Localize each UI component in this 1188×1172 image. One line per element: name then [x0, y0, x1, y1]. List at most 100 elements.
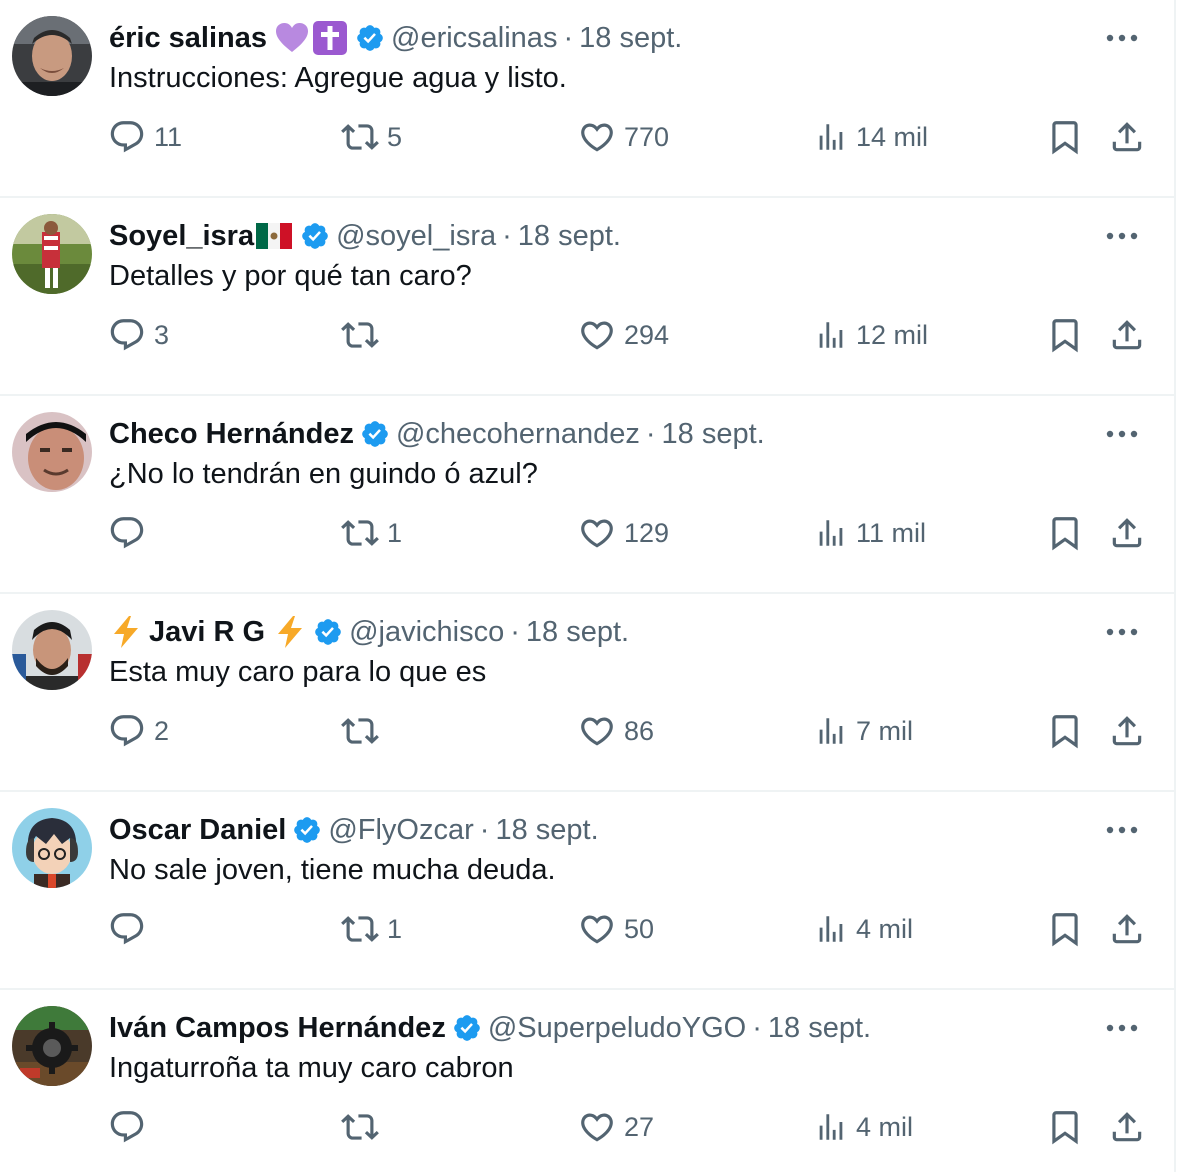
- more-options-icon[interactable]: [1106, 422, 1138, 446]
- user-handle[interactable]: @javichisco: [349, 616, 504, 649]
- user-handle[interactable]: @SuperpeludoYGO: [488, 1012, 746, 1045]
- reply-button[interactable]: [108, 902, 154, 956]
- tweet-actions: 27 4 mil: [0, 1100, 1174, 1154]
- retweet-icon: [341, 514, 379, 552]
- like-button[interactable]: 86: [578, 704, 654, 758]
- avatar[interactable]: [12, 1006, 92, 1086]
- tweet-date[interactable]: 18 sept.: [495, 814, 598, 847]
- share-button[interactable]: [1108, 704, 1146, 758]
- like-button[interactable]: 770: [578, 110, 669, 164]
- display-name[interactable]: Oscar Daniel: [109, 814, 286, 847]
- share-icon: [1108, 910, 1146, 948]
- retweet-button[interactable]: 1: [341, 506, 402, 560]
- like-count: 27: [624, 1111, 655, 1142]
- reply-button[interactable]: 3: [108, 308, 169, 362]
- display-name[interactable]: éric salinas: [109, 22, 267, 55]
- bookmark-button[interactable]: [1046, 506, 1084, 560]
- like-button[interactable]: 27: [578, 1100, 654, 1154]
- views-button[interactable]: 14 mil: [814, 110, 928, 164]
- bookmark-icon: [1046, 1108, 1084, 1146]
- share-button[interactable]: [1108, 1100, 1146, 1154]
- retweet-button[interactable]: 5: [341, 110, 402, 164]
- share-button[interactable]: [1108, 308, 1146, 362]
- reply-button[interactable]: [108, 1100, 154, 1154]
- display-name[interactable]: Checo Hernández: [109, 418, 354, 451]
- verified-badge-icon[interactable]: [452, 1013, 482, 1043]
- avatar[interactable]: [12, 214, 92, 294]
- display-name[interactable]: Soyel_isra: [109, 220, 254, 253]
- reply-button[interactable]: 2: [108, 704, 169, 758]
- more-options-icon[interactable]: [1106, 1016, 1138, 1040]
- verified-badge-icon[interactable]: [292, 815, 322, 845]
- tweet-header: Oscar Daniel @FlyOzcar · 18 sept.: [109, 810, 599, 850]
- bookmark-button[interactable]: [1046, 110, 1084, 164]
- more-options-icon[interactable]: [1106, 26, 1138, 50]
- avatar[interactable]: [12, 610, 92, 690]
- display-name[interactable]: Iván Campos Hernández: [109, 1012, 446, 1045]
- retweet-button[interactable]: [341, 308, 387, 362]
- views-button[interactable]: 12 mil: [814, 308, 928, 362]
- tweet[interactable]: Soyel_isra @soyel_isra · 18 sept. Detall…: [0, 198, 1174, 396]
- view-count: 12 mil: [856, 319, 929, 350]
- tweet[interactable]: Iván Campos Hernández @SuperpeludoYGO · …: [0, 990, 1174, 1172]
- avatar[interactable]: [12, 16, 92, 96]
- reply-count: 3: [154, 319, 170, 350]
- views-button[interactable]: 11 mil: [814, 506, 926, 560]
- tweet-date[interactable]: 18 sept.: [579, 22, 682, 55]
- tweet-date[interactable]: 18 sept.: [518, 220, 621, 253]
- retweet-button[interactable]: 1: [341, 902, 402, 956]
- display-name[interactable]: Javi R G: [149, 616, 265, 649]
- bookmark-button[interactable]: [1046, 704, 1084, 758]
- tweet-date[interactable]: 18 sept.: [662, 418, 765, 451]
- views-button[interactable]: 4 mil: [814, 1100, 913, 1154]
- bookmark-button[interactable]: [1046, 902, 1084, 956]
- bar-chart-icon: [814, 318, 848, 352]
- bookmark-button[interactable]: [1046, 308, 1084, 362]
- verified-badge-icon[interactable]: [360, 419, 390, 449]
- verified-badge-icon[interactable]: [313, 617, 343, 647]
- more-options-icon[interactable]: [1106, 818, 1138, 842]
- tweet[interactable]: éric salinas @ericsalinas · 18 sept. Ins…: [0, 0, 1174, 198]
- tweet-text: Detalles y por qué tan caro?: [109, 260, 472, 292]
- user-handle[interactable]: @ericsalinas: [391, 22, 557, 55]
- bookmark-button[interactable]: [1046, 1100, 1084, 1154]
- heart-icon: [578, 1108, 616, 1146]
- like-button[interactable]: 50: [578, 902, 654, 956]
- verified-badge-icon[interactable]: [355, 23, 385, 53]
- user-handle[interactable]: @soyel_isra: [336, 220, 496, 253]
- like-button[interactable]: 294: [578, 308, 669, 362]
- tweet-actions: 3 294 12 mil: [0, 308, 1174, 362]
- retweet-count: 1: [387, 913, 403, 944]
- views-button[interactable]: 4 mil: [814, 902, 913, 956]
- retweet-button[interactable]: [341, 704, 387, 758]
- tweet[interactable]: Javi R G @javichisco · 18 sept. Esta muy…: [0, 594, 1174, 792]
- more-options-icon[interactable]: [1106, 224, 1138, 248]
- share-button[interactable]: [1108, 902, 1146, 956]
- tweet-header: Javi R G @javichisco · 18 sept.: [109, 612, 629, 652]
- views-button[interactable]: 7 mil: [814, 704, 913, 758]
- tweet-date[interactable]: 18 sept.: [526, 616, 629, 649]
- verified-badge-icon[interactable]: [300, 221, 330, 251]
- retweet-icon: [341, 118, 379, 156]
- avatar[interactable]: [12, 808, 92, 888]
- tweet-text: Esta muy caro para lo que es: [109, 656, 487, 688]
- mexico-flag-icon: [256, 223, 293, 249]
- avatar[interactable]: [12, 412, 92, 492]
- user-handle[interactable]: @checohernandez: [396, 418, 640, 451]
- share-button[interactable]: [1108, 506, 1146, 560]
- tweet[interactable]: Checo Hernández @checohernandez · 18 sep…: [0, 396, 1174, 594]
- reply-button[interactable]: 11: [108, 110, 182, 164]
- user-handle[interactable]: @FlyOzcar: [328, 814, 473, 847]
- retweet-button[interactable]: [341, 1100, 387, 1154]
- tweet-date[interactable]: 18 sept.: [768, 1012, 871, 1045]
- reply-button[interactable]: [108, 506, 154, 560]
- like-button[interactable]: 129: [578, 506, 669, 560]
- bar-chart-icon: [814, 120, 848, 154]
- lightning-icon: [111, 615, 141, 649]
- more-options-icon[interactable]: [1106, 620, 1138, 644]
- tweet[interactable]: Oscar Daniel @FlyOzcar · 18 sept. No sal…: [0, 792, 1174, 990]
- reply-icon: [108, 514, 146, 552]
- share-button[interactable]: [1108, 110, 1146, 164]
- separator: ·: [645, 417, 656, 450]
- tweet-actions: 1 50 4 mil: [0, 902, 1174, 956]
